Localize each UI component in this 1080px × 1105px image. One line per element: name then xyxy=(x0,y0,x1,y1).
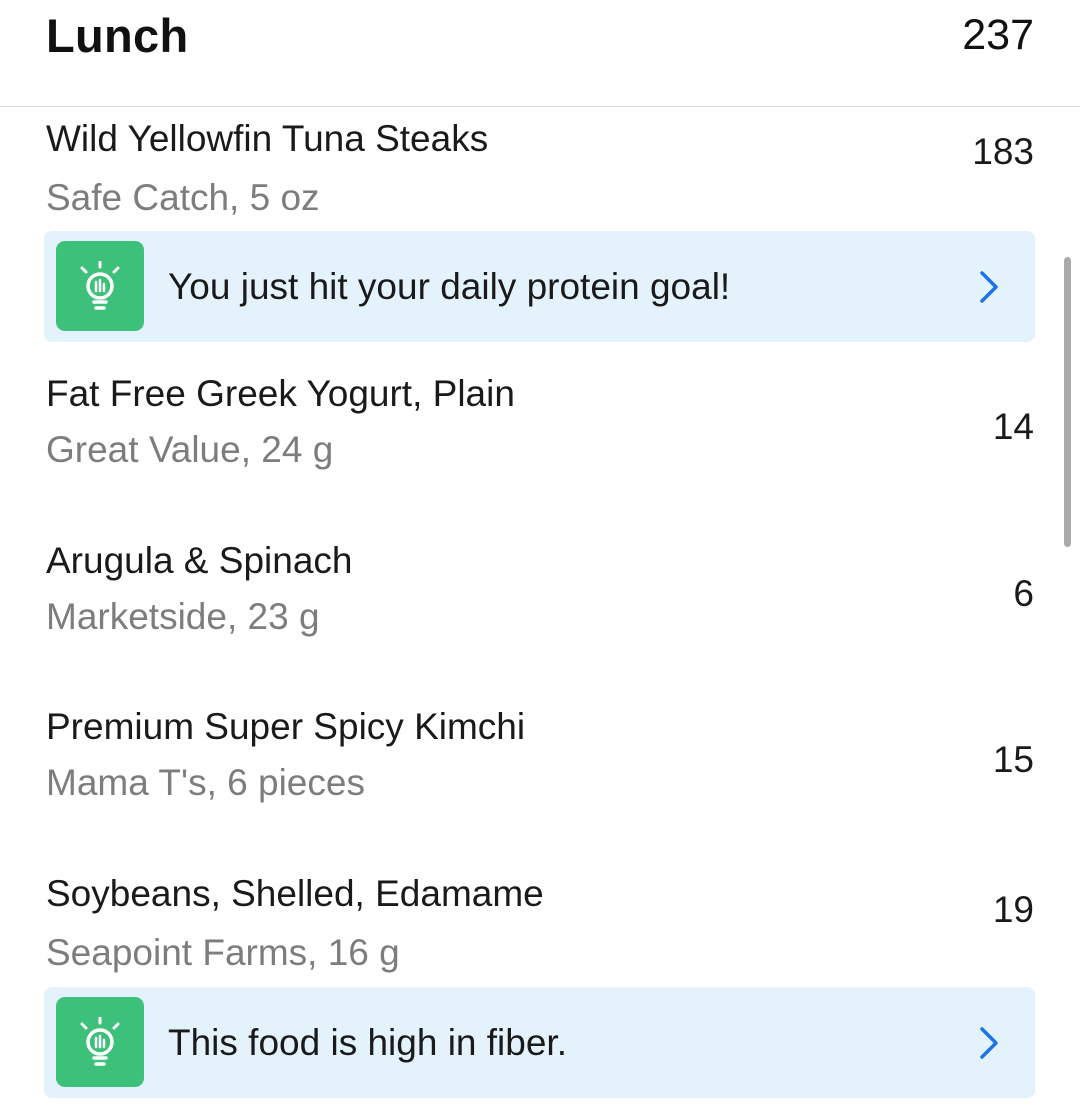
food-detail: Marketside, 23 g xyxy=(46,596,320,637)
food-item[interactable]: Fat Free Greek Yogurt, Plain Great Value… xyxy=(0,343,1080,508)
chevron-right-icon xyxy=(980,1027,998,1059)
meal-total-calories: 237 xyxy=(962,11,1034,59)
food-detail: Seapoint Farms, 16 g xyxy=(46,932,400,973)
tip-banner-protein[interactable]: You just hit your daily protein goal! xyxy=(44,231,1035,342)
food-name: Wild Yellowfin Tuna Steaks xyxy=(46,118,489,159)
lightbulb-icon xyxy=(56,241,144,331)
food-name: Arugula & Spinach xyxy=(46,540,353,581)
food-item[interactable]: Wild Yellowfin Tuna Steaks Safe Catch, 5… xyxy=(0,108,1080,230)
food-name: Premium Super Spicy Kimchi xyxy=(46,706,526,747)
food-detail: Great Value, 24 g xyxy=(46,429,334,470)
chevron-right-icon xyxy=(980,271,998,303)
food-detail: Safe Catch, 5 oz xyxy=(46,177,320,218)
food-item[interactable]: Arugula & Spinach Marketside, 23 g 6 xyxy=(0,510,1080,675)
food-name: Fat Free Greek Yogurt, Plain xyxy=(46,373,515,414)
food-detail: Mama T's, 6 pieces xyxy=(46,762,365,803)
food-name: Soybeans, Shelled, Edamame xyxy=(46,873,544,914)
food-calories: 19 xyxy=(992,889,1034,930)
meal-header: Lunch 237 xyxy=(0,0,1080,107)
food-calories: 183 xyxy=(972,131,1034,172)
food-item[interactable]: Soybeans, Shelled, Edamame Seapoint Farm… xyxy=(0,843,1080,985)
tip-text: This food is high in fiber. xyxy=(168,1022,567,1063)
scrollbar[interactable] xyxy=(1064,257,1071,547)
tip-banner-fiber[interactable]: This food is high in fiber. xyxy=(44,987,1035,1098)
meal-title: Lunch xyxy=(46,9,189,62)
food-calories: 6 xyxy=(1013,573,1034,614)
food-item[interactable]: Premium Super Spicy Kimchi Mama T's, 6 p… xyxy=(0,676,1080,841)
food-calories: 15 xyxy=(992,739,1034,780)
lightbulb-icon xyxy=(56,997,144,1087)
tip-text: You just hit your daily protein goal! xyxy=(168,266,731,307)
food-calories: 14 xyxy=(992,406,1034,447)
